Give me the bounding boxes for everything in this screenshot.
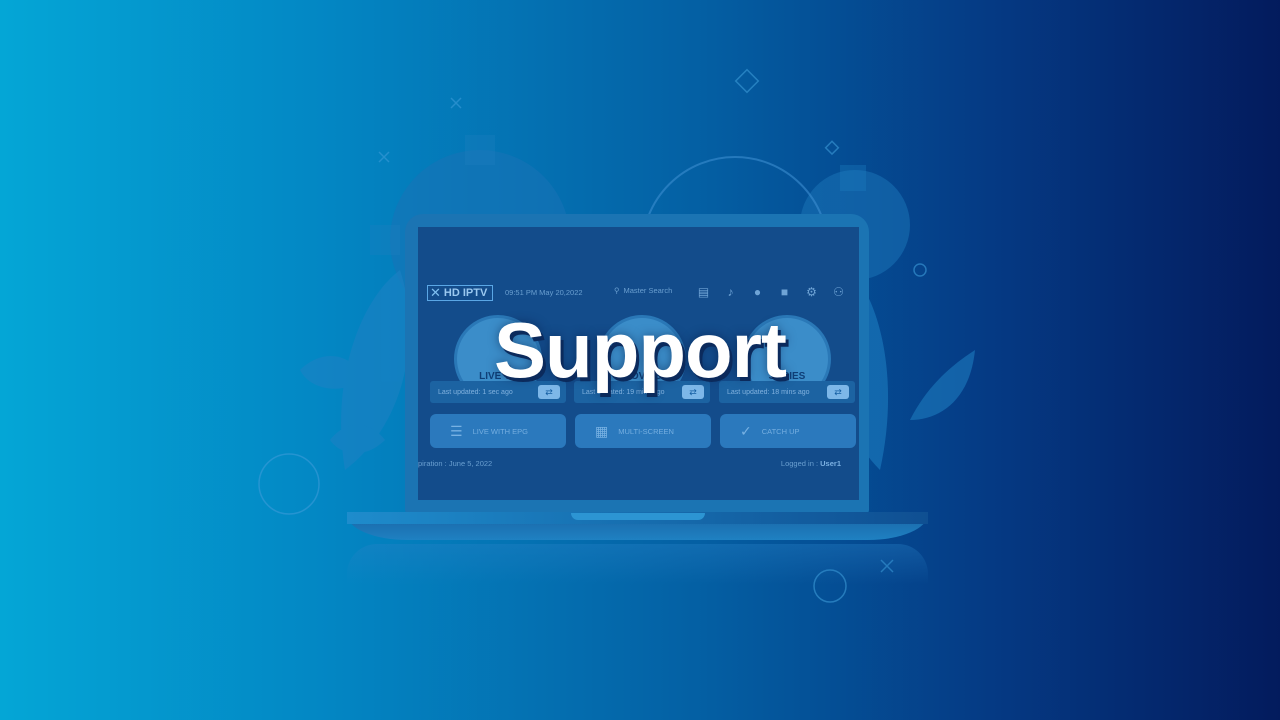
- action-label: MULTI-SCREEN: [618, 426, 674, 436]
- gear-icon[interactable]: ⚙: [804, 285, 819, 299]
- user-icon[interactable]: ●: [750, 285, 765, 299]
- page-title: Support: [494, 306, 787, 394]
- logo-text: HD IPTV: [443, 287, 488, 299]
- catch-up-button[interactable]: ✓ CATCH UP: [720, 414, 856, 448]
- action-label: LIVE WITH EPG: [472, 426, 528, 436]
- switch-user-icon[interactable]: ⚇: [831, 285, 846, 299]
- action-buttons: ☰ LIVE WITH EPG ▦ MULTI-SCREEN ✓ CATCH U…: [430, 414, 856, 448]
- x-logo-icon: ✕: [430, 285, 441, 300]
- action-label: CATCH UP: [761, 426, 800, 436]
- grid-icon: ▦: [595, 422, 609, 439]
- multi-screen-button[interactable]: ▦ MULTI-SCREEN: [575, 414, 711, 448]
- video-icon[interactable]: ■: [777, 285, 792, 299]
- app-topbar: ✕ HD IPTV 09:51 PM May 20,2022 ⚲ Master …: [418, 283, 859, 305]
- logged-in-label: Logged in :: [780, 459, 819, 468]
- logged-in-user: User1: [820, 459, 841, 468]
- laptop-reflection: [347, 544, 928, 584]
- search-icon: ⚲: [614, 286, 620, 295]
- expiration-text: piration : June 5, 2022: [418, 459, 493, 468]
- list-icon: ☰: [450, 422, 463, 439]
- master-search[interactable]: ⚲ Master Search: [614, 286, 672, 295]
- check-circle-icon: ✓: [740, 422, 752, 439]
- top-icon-bar: ▤ ♪ ● ■ ⚙ ⚇: [696, 285, 846, 299]
- radio-icon[interactable]: ▤: [696, 285, 711, 299]
- search-label: Master Search: [623, 286, 673, 295]
- laptop-notch: [571, 513, 705, 520]
- datetime: 09:51 PM May 20,2022: [505, 288, 583, 297]
- bell-icon[interactable]: ♪: [723, 285, 738, 299]
- live-with-epg-button[interactable]: ☰ LIVE WITH EPG: [430, 414, 566, 448]
- app-logo: ✕ HD IPTV: [427, 285, 493, 301]
- logged-in-status: Logged in : User1: [781, 459, 841, 468]
